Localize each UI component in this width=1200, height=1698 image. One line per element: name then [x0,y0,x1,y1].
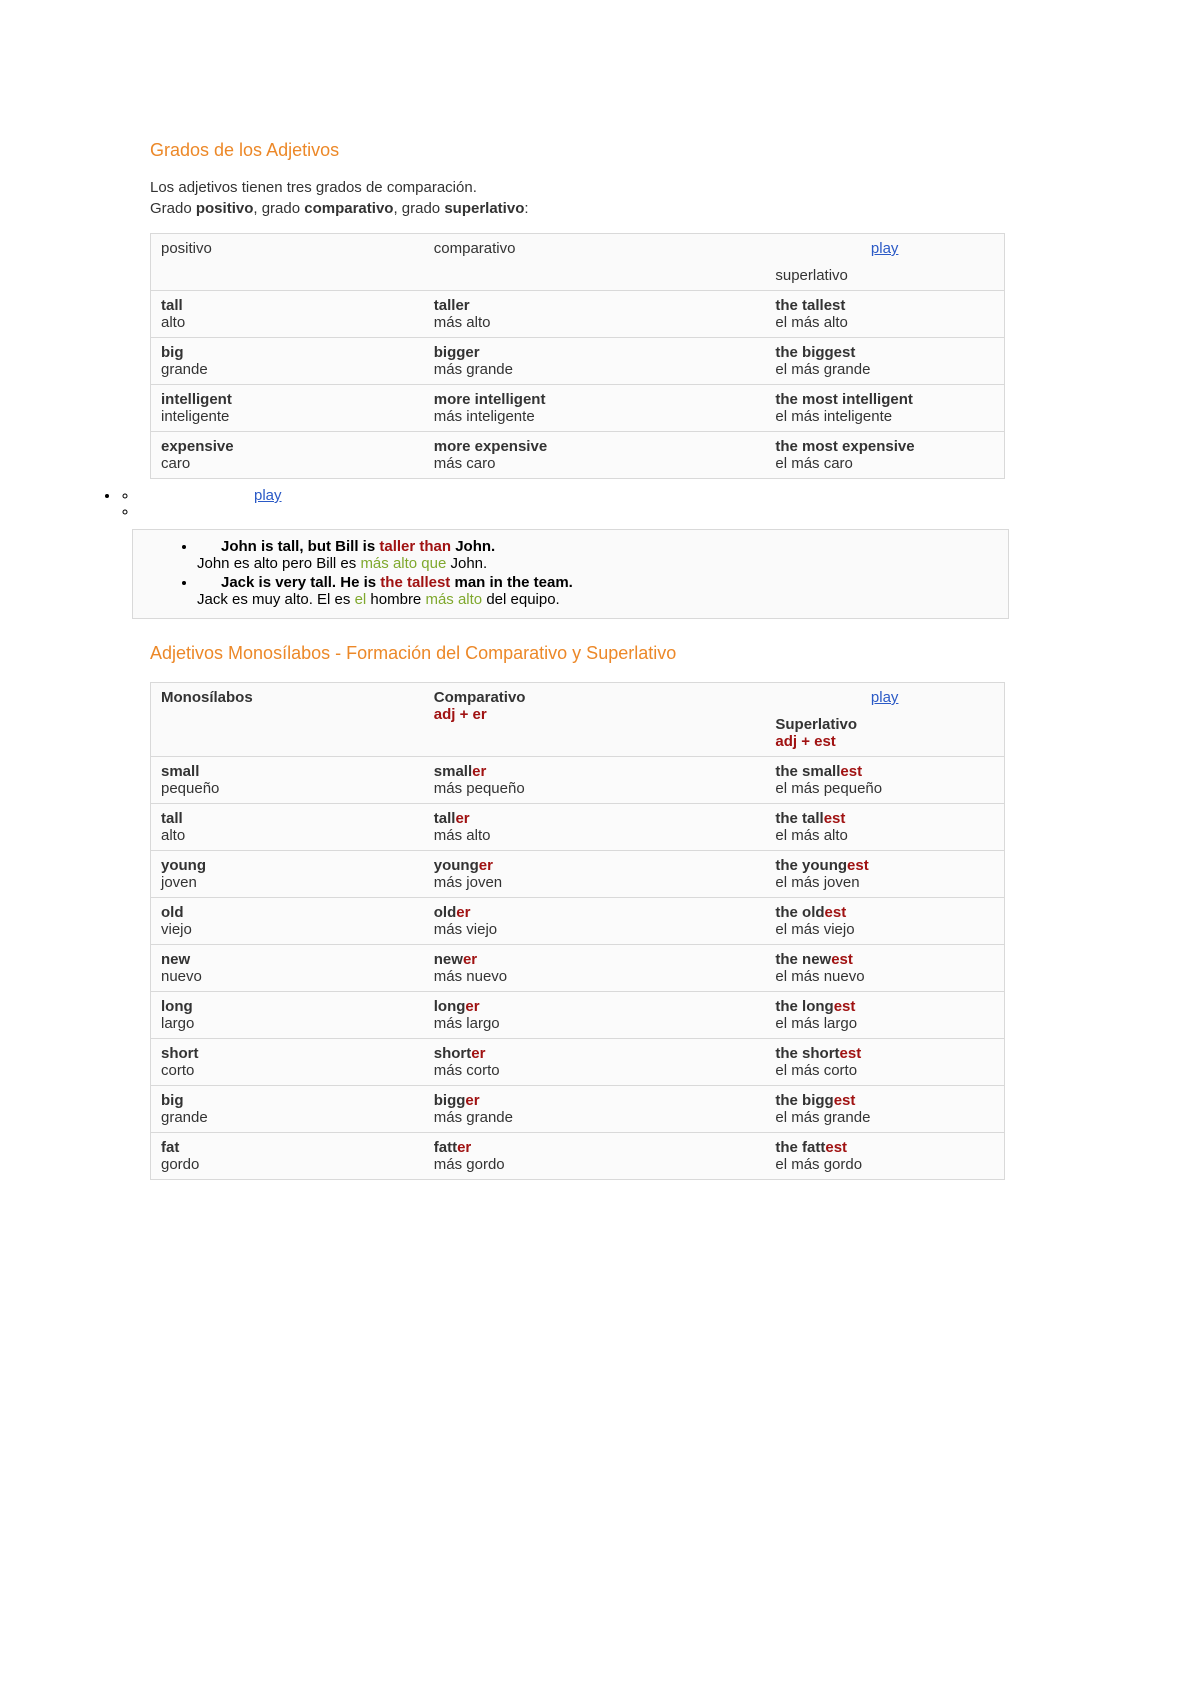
cell-superlativo: the biggestel más grande [765,1086,1004,1133]
cell-comparativo: fattermás gordo [424,1133,766,1180]
play-link[interactable]: play [871,689,899,706]
table-row: longlargolongermás largothe longestel má… [151,992,1005,1039]
grades-table: positivo comparativo play superlativo ta… [150,233,1005,479]
cell-comparativo: tallermás alto [424,804,766,851]
cell-monosilabo: youngjoven [151,851,424,898]
cell-monosilabo: biggrande [151,1086,424,1133]
bullet-empty-2 [138,504,957,519]
cell-superlativo: the fattestel más gordo [765,1133,1004,1180]
table-row: biggrandebiggermás grandethe biggestel m… [151,338,1005,385]
play-link[interactable]: play [254,487,282,504]
cell-positivo: biggrande [151,338,424,385]
cell-monosilabo: tallalto [151,804,424,851]
cell-superlativo: the most expensiveel más caro [765,432,1004,479]
cell-comparativo: biggermás grande [424,1086,766,1133]
cell-comparativo: shortermás corto [424,1039,766,1086]
cell-comparativo: newermás nuevo [424,945,766,992]
table-row: tallaltotallermás altothe tallestel más … [151,291,1005,338]
cell-comparativo: oldermás viejo [424,898,766,945]
cell-comparativo: biggermás grande [424,338,766,385]
mono-table: Monosílabos Comparativo adj + er play Su… [150,682,1005,1180]
cell-comparativo: more expensivemás caro [424,432,766,479]
cell-comparativo: youngermás joven [424,851,766,898]
cell-comparativo: smallermás pequeño [424,757,766,804]
cell-comparativo: more intelligentmás inteligente [424,385,766,432]
cell-monosilabo: fatgordo [151,1133,424,1180]
cell-monosilabo: longlargo [151,992,424,1039]
cell-monosilabo: newnuevo [151,945,424,992]
play-link[interactable]: play [871,240,899,257]
cell-positivo: expensivecaro [151,432,424,479]
table-row: intelligentinteligentemore intelligentmá… [151,385,1005,432]
examples-box: John is tall, but Bill is taller than Jo… [132,529,1009,619]
grades-header-comparativo: comparativo [424,234,766,291]
table-row: newnuevonewermás nuevothe newestel más n… [151,945,1005,992]
grades-header-positivo: positivo [151,234,424,291]
section-title-monosilabos: Adjetivos Monosílabos - Formación del Co… [150,643,1060,664]
mono-header-monosilabos: Monosílabos [151,683,424,757]
example-item: John is tall, but Bill is taller than Jo… [197,538,998,572]
section-title-grados: Grados de los Adjetivos [150,140,1060,161]
cell-superlativo: the tallestel más alto [765,291,1004,338]
cell-superlativo: the smallestel más pequeño [765,757,1004,804]
table-row: fatgordofattermás gordothe fattestel más… [151,1133,1005,1180]
cell-superlativo: the youngestel más joven [765,851,1004,898]
intro-line-1: Los adjetivos tienen tres grados de comp… [150,179,1060,196]
cell-monosilabo: shortcorto [151,1039,424,1086]
cell-superlativo: the shortestel más corto [765,1039,1004,1086]
cell-superlativo: the newestel más nuevo [765,945,1004,992]
example-item: Jack is very tall. He is the tallest man… [197,574,998,608]
cell-superlativo: the longestel más largo [765,992,1004,1039]
cell-superlativo: the biggestel más grande [765,338,1004,385]
table-row: oldviejooldermás viejothe oldestel más v… [151,898,1005,945]
cell-monosilabo: oldviejo [151,898,424,945]
table-row: smallpequeñosmallermás pequeñothe smalle… [151,757,1005,804]
table-row: biggrandebiggermás grandethe biggestel m… [151,1086,1005,1133]
bullet-empty: play [120,487,957,519]
cell-superlativo: the tallestel más alto [765,804,1004,851]
table-row: tallaltotallermás altothe tallestel más … [151,804,1005,851]
table-row: shortcortoshortermás cortothe shortestel… [151,1039,1005,1086]
grades-header-superlativo: play superlativo [765,234,1004,291]
bullet-play: play [138,487,957,504]
cell-positivo: tallalto [151,291,424,338]
bullets-outer: play [102,487,957,519]
cell-superlativo: the most intelligentel más inteligente [765,385,1004,432]
cell-monosilabo: smallpequeño [151,757,424,804]
cell-superlativo: the oldestel más viejo [765,898,1004,945]
mono-header-comparativo: Comparativo adj + er [424,683,766,757]
table-row: expensivecaromore expensivemás carothe m… [151,432,1005,479]
table-row: youngjovenyoungermás joventhe youngestel… [151,851,1005,898]
intro-line-2: Grado positivo, grado comparativo, grado… [150,200,1060,217]
cell-comparativo: longermás largo [424,992,766,1039]
cell-positivo: intelligentinteligente [151,385,424,432]
mono-header-superlativo: play Superlativo adj + est [765,683,1004,757]
cell-comparativo: tallermás alto [424,291,766,338]
